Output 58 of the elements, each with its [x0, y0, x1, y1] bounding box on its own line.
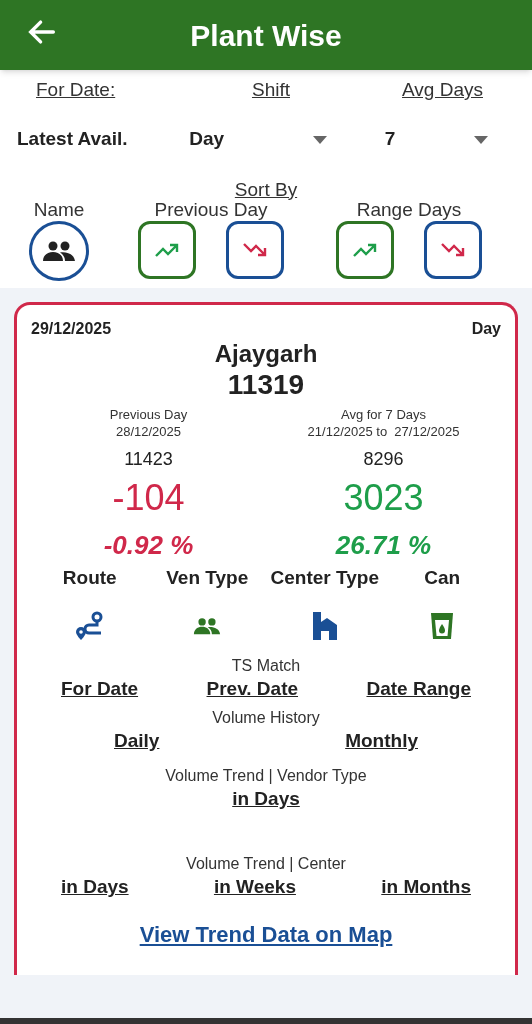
section-link[interactable]: in Months	[381, 874, 471, 900]
section-link[interactable]: Daily	[114, 728, 160, 754]
section-link[interactable]: Prev. Date	[206, 676, 299, 702]
compare-date: 21/12/2025 to 27/12/2025	[307, 423, 460, 440]
section-link[interactable]: Monthly	[345, 728, 418, 754]
filter-label: Avg Days	[402, 79, 483, 100]
difference-value: -104	[112, 476, 185, 520]
route-icon[interactable]	[74, 610, 105, 642]
sort-label: Previous Day	[154, 197, 268, 222]
difference-value: 3023	[343, 476, 424, 520]
percent-change: 26.71 %	[335, 530, 432, 560]
section-title: Volume Trend | Center	[186, 854, 346, 874]
sort-ascending-button[interactable]	[138, 220, 196, 279]
card-date: 29/12/2025	[31, 319, 112, 339]
compare-label: Previous Day	[109, 406, 188, 423]
sort-title: Sort By	[234, 178, 298, 200]
trending-down-icon	[440, 241, 466, 258]
category-label: Can	[424, 566, 461, 590]
compare-date: 28/12/2025	[115, 423, 182, 440]
filter-label: For Date:	[36, 79, 116, 100]
cup-icon[interactable]	[430, 610, 455, 642]
screen-title: Plant Wise	[190, 17, 342, 54]
compare-label: Avg for 7 Days	[341, 406, 426, 423]
category-label: Route	[62, 566, 117, 590]
section-title: Volume Trend | Vendor Type	[165, 766, 367, 786]
category-label: Ven Type	[166, 566, 249, 590]
dropdown-caret-icon	[312, 135, 327, 144]
dropdown-caret-icon	[474, 135, 488, 144]
date-value: Latest Avail.	[17, 128, 128, 150]
plant-name: Ajaygarh	[214, 340, 318, 367]
sort-descending-button[interactable]	[226, 220, 284, 279]
section-title: Volume History	[212, 708, 320, 728]
people-icon	[42, 239, 76, 262]
trending-up-icon	[154, 241, 180, 258]
dropdown[interactable]: Day	[177, 125, 355, 154]
sort-label: Range Days	[356, 197, 462, 222]
plant-total: 11319	[227, 369, 305, 400]
compare-base-value: 8296	[363, 448, 404, 470]
sort-ascending-button[interactable]	[336, 220, 394, 279]
trending-up-icon	[352, 241, 378, 258]
sort-descending-button[interactable]	[424, 220, 482, 279]
section-link[interactable]: Date Range	[366, 676, 471, 702]
section-link[interactable]: in Weeks	[213, 874, 296, 900]
sort-label: Name	[33, 197, 85, 222]
section-link[interactable]: in Days	[61, 874, 129, 900]
section-title: TS Match	[231, 656, 301, 676]
trending-down-icon	[242, 241, 268, 258]
category-label: Center Type	[270, 566, 379, 590]
percent-change: -0.92 %	[103, 530, 194, 560]
map-link[interactable]: View Trend Data on Map	[139, 922, 393, 947]
compare-base-value: 11423	[124, 448, 173, 470]
section-link[interactable]: in Days	[232, 786, 300, 812]
card-shift: Day	[471, 319, 501, 339]
dropdown[interactable]: 7	[354, 125, 532, 154]
sort-by-name-button[interactable]	[29, 220, 89, 281]
filter-label: Shift	[251, 79, 290, 100]
building-icon[interactable]	[312, 610, 337, 642]
section-link[interactable]: For Date	[61, 676, 139, 702]
